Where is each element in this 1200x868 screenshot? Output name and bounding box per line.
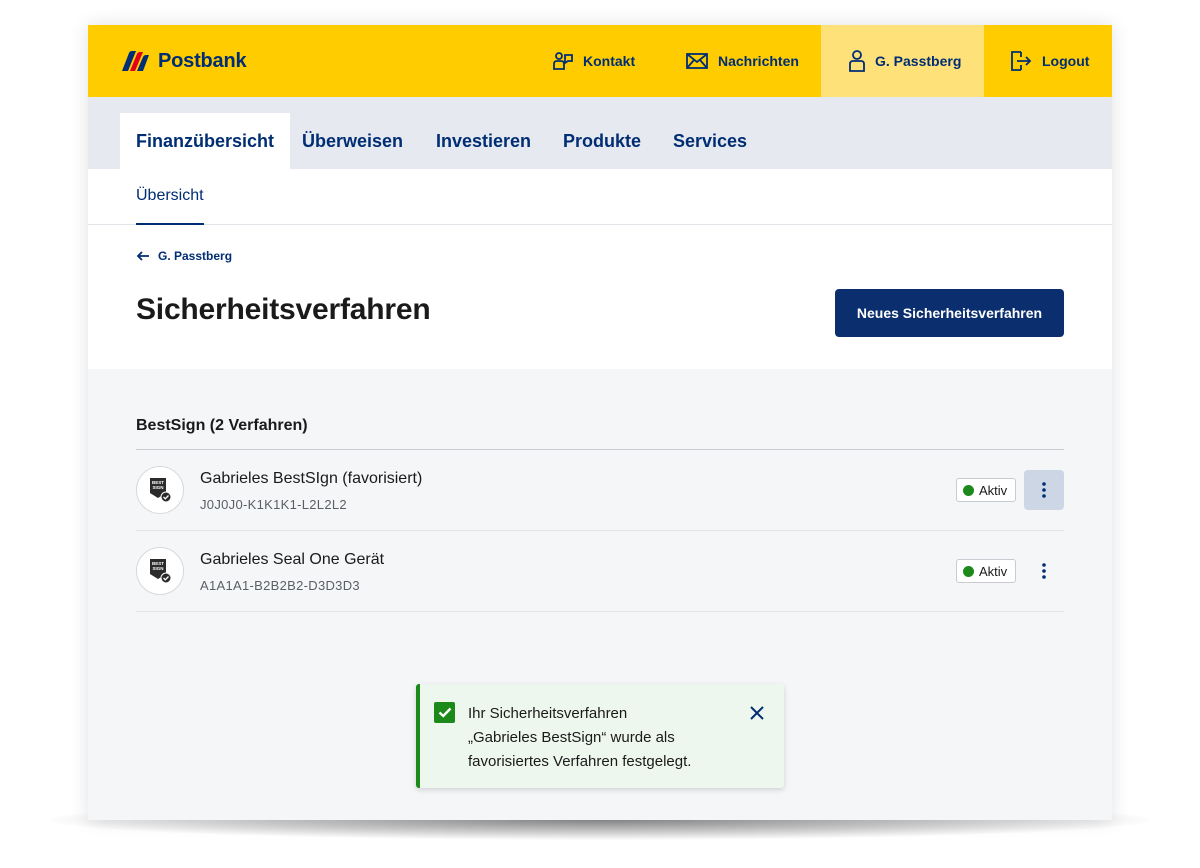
new-security-method-button[interactable]: Neues Sicherheitsverfahren [835, 289, 1064, 337]
nav-logout[interactable]: Logout [1010, 25, 1089, 97]
page-title: Sicherheitsverfahren [136, 293, 431, 326]
nav-logout-label: Logout [1042, 53, 1090, 69]
device-avatar: BEST SIGN [136, 466, 184, 514]
top-header: Postbank Kontakt Nachrichten G. Passtber… [88, 25, 1112, 97]
device-name: Gabrieles Seal One Gerät [200, 551, 385, 568]
checkbox-checked-icon [434, 702, 455, 723]
nav-nachrichten[interactable]: Nachrichten [686, 25, 799, 97]
nav-user-profile[interactable]: G. Passtberg [821, 25, 984, 97]
arrow-left-icon [136, 251, 149, 261]
subtab-uebersicht[interactable]: Übersicht [136, 169, 204, 225]
list-item: BEST SIGN Gabrieles BestSIgn (favorisier… [136, 450, 1064, 531]
nav-kontakt-label: Kontakt [583, 53, 636, 69]
tab-produkte[interactable]: Produkte [547, 113, 657, 169]
toast-message: Ihr Sicherheitsverfahren „Gabrieles Best… [468, 702, 738, 774]
main-tabs: Finanzübersicht Überweisen Investieren P… [88, 97, 1112, 169]
postbank-logo-icon [122, 51, 149, 71]
user-icon [849, 50, 865, 72]
nav-nachrichten-label: Nachrichten [718, 53, 799, 69]
close-icon [750, 706, 764, 720]
section-title: BestSign (2 Verfahren) [136, 417, 308, 434]
security-method-list: BEST SIGN Gabrieles BestSIgn (favorisier… [136, 449, 1064, 612]
row-menu-button[interactable] [1024, 470, 1064, 510]
postbank-logo[interactable]: Postbank [120, 47, 247, 75]
status-label: Aktiv [979, 482, 1008, 498]
bestsign-badge-icon: BEST SIGN [150, 478, 172, 503]
status-dot-icon [963, 565, 974, 577]
success-toast: Ihr Sicherheitsverfahren „Gabrieles Best… [416, 684, 784, 788]
tab-ueberweisen[interactable]: Überweisen [286, 113, 419, 169]
tab-finanzuebersicht[interactable]: Finanzübersicht [120, 113, 291, 169]
toast-line-2: „Gabrieles BestSign“ wurde als [468, 729, 675, 746]
device-id: A1A1A1-B2B2B2-D3D3D3 [200, 578, 360, 593]
back-link-label: G. Passtberg [158, 249, 233, 263]
page-header: G. Passtberg Sicherheitsverfahren Neues … [88, 225, 1112, 369]
status-badge: Aktiv [956, 478, 1017, 502]
status-dot-icon [963, 484, 974, 496]
toast-line-1: Ihr Sicherheitsverfahren [468, 705, 628, 722]
tab-services[interactable]: Services [657, 113, 763, 169]
list-item: BEST SIGN Gabrieles Seal One Gerät A1A1A… [136, 531, 1064, 612]
envelope-icon [686, 53, 708, 69]
back-link[interactable]: G. Passtberg [136, 249, 232, 263]
brand-name: Postbank [158, 49, 247, 72]
status-badge: Aktiv [956, 559, 1017, 583]
nav-kontakt[interactable]: Kontakt [553, 25, 635, 97]
kebab-menu-icon [1042, 482, 1046, 498]
tab-investieren[interactable]: Investieren [420, 113, 547, 169]
bestsign-badge-icon: BEST SIGN [150, 559, 172, 584]
toast-line-3: favorisiertes Verfahren festgelegt. [468, 753, 692, 770]
logout-icon [1011, 51, 1032, 71]
device-avatar: BEST SIGN [136, 547, 184, 595]
nav-user-label: G. Passtberg [875, 53, 962, 69]
row-menu-button[interactable] [1024, 551, 1064, 591]
sub-navigation: Übersicht [88, 169, 1112, 225]
toast-close-button[interactable] [746, 702, 768, 724]
device-id: J0J0J0-K1K1K1-L2L2L2 [200, 497, 347, 512]
device-name: Gabrieles BestSIgn (favorisiert) [200, 470, 423, 487]
browser-frame: Postbank Kontakt Nachrichten G. Passtber… [88, 25, 1112, 820]
svg-text:SIGN: SIGN [152, 485, 163, 490]
people-icon [553, 52, 573, 70]
kebab-menu-icon [1042, 563, 1046, 579]
svg-text:SIGN: SIGN [152, 566, 163, 571]
status-label: Aktiv [979, 563, 1008, 579]
